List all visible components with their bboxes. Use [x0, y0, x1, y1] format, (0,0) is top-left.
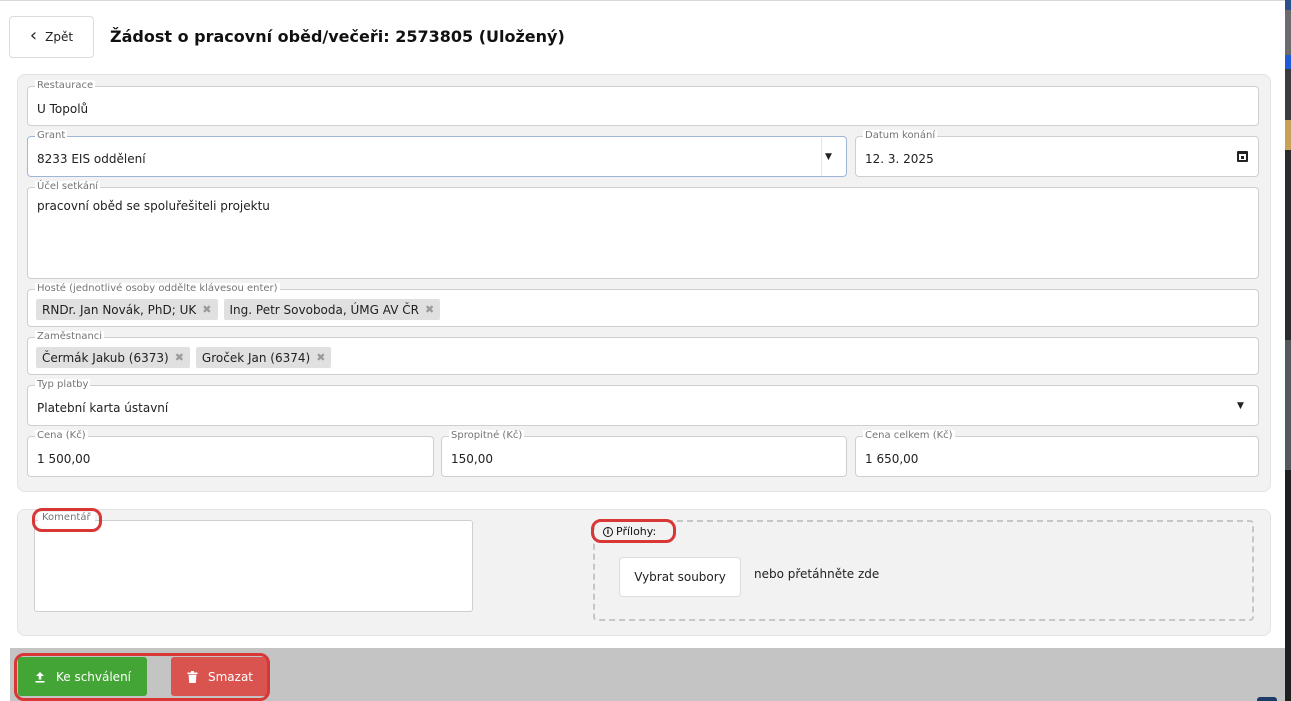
total-value: 1 650,00 [865, 452, 919, 466]
calendar-icon[interactable] [1237, 151, 1248, 162]
highlight-attachments-label [591, 519, 676, 543]
guest-chip: RNDr. Jan Novák, PhD; UK ✖ [36, 299, 218, 320]
employee-chip: Čermák Jakub (6373) ✖ [36, 347, 190, 368]
restaurant-value: U Topolů [37, 102, 89, 116]
employee-chip-label: Groček Jan (6374) [201, 350, 311, 365]
highlight-comment-label [32, 508, 102, 532]
total-label: Cena celkem (Kč) [863, 430, 955, 442]
guests-label: Hosté (jednotlivé osoby oddělte klávesou… [35, 283, 280, 295]
price-value: 1 500,00 [37, 452, 91, 466]
grant-divider [821, 138, 822, 176]
guests-field[interactable]: Hosté (jednotlivé osoby oddělte klávesou… [27, 283, 1259, 327]
payment-type-value: Platební karta ústavní [37, 401, 169, 415]
close-icon[interactable]: ✖ [316, 351, 325, 364]
guest-chip-label: Ing. Petr Sovoboda, ÚMG AV ČR [229, 302, 419, 317]
close-icon[interactable]: ✖ [202, 303, 211, 316]
purpose-label: Účel setkání [35, 181, 101, 193]
corner-widget [1257, 697, 1277, 701]
date-value: 12. 3. 2025 [865, 152, 934, 166]
back-button[interactable]: ‹ Zpět [9, 16, 94, 58]
select-files-button[interactable]: Vybrat soubory [619, 557, 741, 597]
highlight-action-buttons [14, 653, 270, 701]
payment-type-label: Typ platby [35, 379, 91, 391]
restaurant-label: Restaurace [35, 80, 96, 92]
total-field[interactable]: Cena celkem (Kč) 1 650,00 [855, 430, 1259, 477]
restaurant-field[interactable]: Restaurace U Topolů [27, 80, 1259, 126]
page-title: Žádost o pracovní oběd/večeři: 2573805 (… [110, 27, 565, 46]
tip-value: 150,00 [451, 452, 493, 466]
date-label: Datum konání [863, 130, 938, 142]
employee-chip: Groček Jan (6374) ✖ [195, 347, 332, 368]
guest-chip-label: RNDr. Jan Novák, PhD; UK [42, 302, 197, 317]
close-icon[interactable]: ✖ [425, 303, 434, 316]
purpose-value: pracovní oběd se spoluřešiteli projektu [37, 199, 270, 213]
grant-value: 8233 EIS oddělení [37, 152, 146, 166]
comment-textarea[interactable] [34, 520, 473, 612]
payment-type-select[interactable]: Typ platby Platební karta ústavní ▼ [27, 379, 1259, 426]
tip-field[interactable]: Spropitné (Kč) 150,00 [441, 430, 847, 477]
price-field[interactable]: Cena (Kč) 1 500,00 [27, 430, 434, 477]
employees-label: Zaměstnanci [35, 331, 105, 343]
grant-label: Grant [35, 130, 68, 142]
tip-label: Spropitné (Kč) [449, 430, 525, 442]
grant-select[interactable]: Grant 8233 EIS oddělení ▼ [27, 130, 847, 177]
employee-chip-label: Čermák Jakub (6373) [42, 350, 169, 365]
caret-down-icon[interactable]: ▼ [1237, 401, 1244, 411]
drag-hint: nebo přetáhněte zde [754, 567, 880, 581]
caret-down-icon[interactable]: ▼ [825, 152, 832, 162]
purpose-textarea[interactable]: Účel setkání pracovní oběd se spoluřešit… [27, 181, 1259, 279]
chevron-left-icon: ‹ [29, 25, 38, 46]
back-button-label: Zpět [45, 30, 74, 44]
guest-chip: Ing. Petr Sovoboda, ÚMG AV ČR ✖ [223, 299, 441, 320]
price-label: Cena (Kč) [35, 430, 88, 442]
employees-field[interactable]: Zaměstnanci Čermák Jakub (6373) ✖ Groček… [27, 331, 1259, 375]
date-field[interactable]: Datum konání 12. 3. 2025 [855, 130, 1259, 177]
background-window-strip [1285, 0, 1291, 701]
close-icon[interactable]: ✖ [175, 351, 184, 364]
window-top-border [0, 0, 1285, 4]
